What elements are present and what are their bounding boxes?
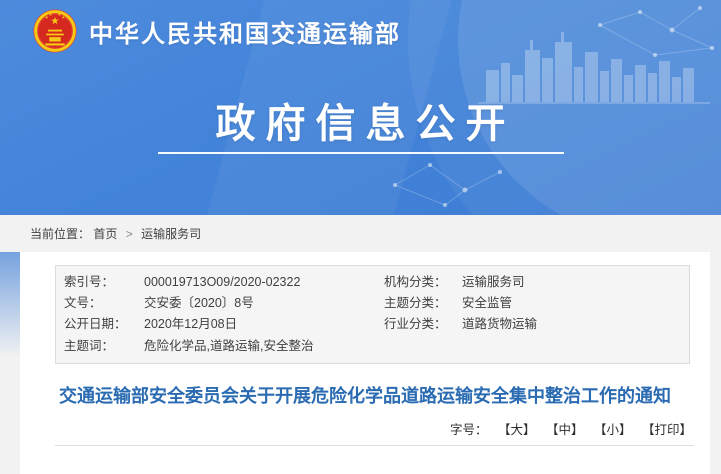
page-title: 政府信息公开 <box>0 91 721 149</box>
site-logo[interactable]: 中华人民共和国交通运输部 <box>33 9 401 53</box>
print-button[interactable]: 【打印】 <box>642 423 692 437</box>
content-panel: 索引号： 000019713O09/2020-02322 机构分类： 运输服务司… <box>20 252 710 474</box>
breadcrumb-separator: > <box>126 227 133 241</box>
meta-value-keywords: 危险化学品,道路运输,安全整治 <box>144 336 384 357</box>
meta-label-doc-no: 文号： <box>64 293 144 314</box>
national-emblem-icon <box>33 9 77 53</box>
breadcrumb-current-link[interactable]: 运输服务司 <box>141 227 201 241</box>
meta-label-org-category: 机构分类： <box>384 272 462 293</box>
site-title: 中华人民共和国交通运输部 <box>89 14 401 49</box>
meta-label-topic-category: 主题分类： <box>384 293 462 314</box>
table-row: 文号： 交安委〔2020〕8号 主题分类： 安全监管 <box>64 293 689 314</box>
document-meta-table: 索引号： 000019713O09/2020-02322 机构分类： 运输服务司… <box>55 265 690 364</box>
meta-value-industry-category: 道路货物运输 <box>462 314 689 335</box>
breadcrumb: 当前位置： 首页 > 运输服务司 <box>0 215 721 252</box>
page: 中华人民共和国交通运输部 政府信息公开 当前位置： 首页 > 运输服务司 索引号… <box>0 0 721 474</box>
meta-value-org-category: 运输服务司 <box>462 272 689 293</box>
meta-value-publish-date: 2020年12月08日 <box>144 314 384 335</box>
banner-underline <box>158 152 564 154</box>
meta-label-industry-category: 行业分类： <box>384 314 462 335</box>
meta-label-empty <box>384 336 462 357</box>
font-size-toolbar: 字号： 【大】 【中】 【小】 【打印】 <box>20 419 692 438</box>
city-skyline-decoration <box>478 30 710 110</box>
breadcrumb-label: 当前位置： <box>30 227 90 241</box>
font-size-small-button[interactable]: 【小】 <box>594 423 632 437</box>
article-title: 交通运输部安全委员会关于开展危险化学品道路运输安全集中整治工作的通知 <box>55 383 675 410</box>
banner-circle-decoration <box>458 0 721 215</box>
site-header: 中华人民共和国交通运输部 政府信息公开 <box>0 0 721 215</box>
breadcrumb-home-link[interactable]: 首页 <box>93 227 117 241</box>
banner-circle-decoration <box>408 0 721 215</box>
meta-label-publish-date: 公开日期： <box>64 314 144 335</box>
font-size-label: 字号： <box>450 423 488 437</box>
meta-value-empty <box>462 336 689 357</box>
table-row: 索引号： 000019713O09/2020-02322 机构分类： 运输服务司 <box>64 272 689 293</box>
meta-value-topic-category: 安全监管 <box>462 293 689 314</box>
meta-label-index-no: 索引号： <box>64 272 144 293</box>
font-size-large-button[interactable]: 【大】 <box>498 423 536 437</box>
content-divider <box>55 445 694 446</box>
meta-value-doc-no: 交安委〔2020〕8号 <box>144 293 384 314</box>
font-size-medium-button[interactable]: 【中】 <box>546 423 584 437</box>
table-row: 主题词： 危险化学品,道路运输,安全整治 <box>64 336 689 357</box>
meta-value-index-no: 000019713O09/2020-02322 <box>144 272 384 293</box>
meta-label-keywords: 主题词： <box>64 336 144 357</box>
table-row: 公开日期： 2020年12月08日 行业分类： 道路货物运输 <box>64 314 689 335</box>
network-dots-decoration <box>0 0 721 215</box>
